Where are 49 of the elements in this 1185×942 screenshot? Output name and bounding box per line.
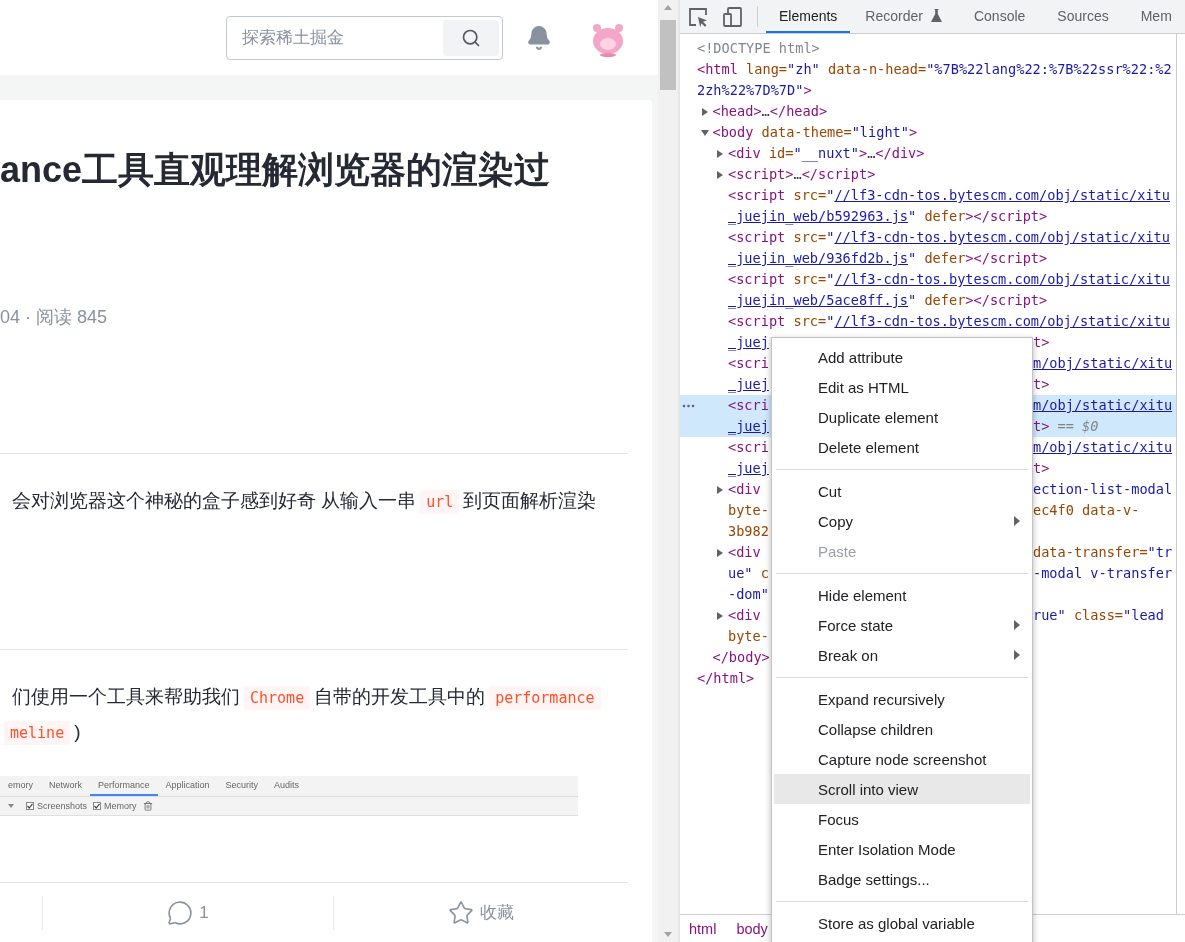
code-line: t> == $0	[1033, 418, 1099, 434]
code-line: ection-list-modal	[1033, 481, 1173, 497]
code-line: rue" class="lead	[1033, 607, 1164, 623]
code-line: <html lang="zh" data-n-head="%7B%22lang%22:%7B%22ssr%22:%2	[697, 60, 1172, 79]
code-line: </body>	[712, 648, 770, 667]
code-line: <head>…</head>	[712, 102, 828, 121]
code-line: data-transfer="tr	[1033, 544, 1173, 560]
code-line: ec4f0 data-v-	[1033, 502, 1140, 518]
code-line: <div	[728, 480, 761, 499]
code-line: </html>	[697, 669, 755, 688]
code-line: -dom"	[728, 585, 769, 604]
code-line: <!DOCTYPE html>	[697, 39, 820, 58]
code-line: -modal v-transfer	[1033, 565, 1173, 581]
code-line: <scri	[728, 396, 769, 415]
tab-label: emory	[7, 779, 34, 792]
code-line: t>	[1033, 376, 1050, 392]
tab-label: Security	[224, 779, 260, 792]
code-line: _juejin_web/5ace8ff.js" defer></script>	[728, 291, 1048, 311]
code-line: <script src="//lf3-cdn-tos.bytescm.com/obj/static/xitu	[728, 186, 1170, 205]
code-line: _juejin_web/936fd2b.js" defer></script>	[728, 249, 1048, 269]
code-line: <div	[728, 606, 761, 625]
paragraph-text: 会对浏览器这个神秘的盒子感到好奇 从输入一串 url 到页面解析渲染	[0, 484, 628, 519]
option-label: Memory	[104, 801, 137, 811]
code-line: byte-	[728, 627, 769, 646]
code-line: byte-	[728, 501, 769, 520]
code-line: ue" c	[728, 564, 769, 583]
paragraph-text: 们使用一个工具来帮助我们 Chrome 自带的开发工具中的 performance	[0, 680, 628, 715]
code-line: 2zh%22%7D%7D">	[697, 81, 812, 100]
code-line: t>	[1033, 460, 1050, 476]
code-line: <script src="//lf3-cdn-tos.bytescm.com/obj/static/xitu	[728, 228, 1170, 247]
code-line: 3b982	[728, 522, 769, 541]
tab-label: Audits	[273, 779, 301, 792]
tab-label: Performance	[90, 776, 158, 796]
code-line: t>	[1033, 334, 1050, 350]
option-label: Screenshots	[37, 801, 88, 811]
tab-label: Network	[48, 779, 84, 792]
code-line: <scri	[728, 354, 769, 373]
article-meta: 04 · 阅读 845	[0, 306, 109, 329]
paragraph-text: meline )	[0, 715, 628, 750]
code-line: <scri	[728, 438, 769, 457]
code-line: <script>…</script>	[728, 165, 876, 184]
code-line: <div	[728, 543, 761, 562]
code-line: <div id="__nuxt">…</div>	[728, 144, 925, 164]
code-line: <body data-theme="light">	[712, 123, 918, 142]
tab-label: Application	[164, 779, 211, 792]
code-line: <script src="//lf3-cdn-tos.bytescm.com/obj/static/xitu	[728, 270, 1170, 289]
code-line: <script src="//lf3-cdn-tos.bytescm.com/obj/static/xitu	[728, 312, 1170, 331]
code-line: _juejin_web/b592963.js" defer></script>	[728, 207, 1048, 227]
article-title: ance工具直观理解浏览器的渲染过	[0, 148, 552, 192]
